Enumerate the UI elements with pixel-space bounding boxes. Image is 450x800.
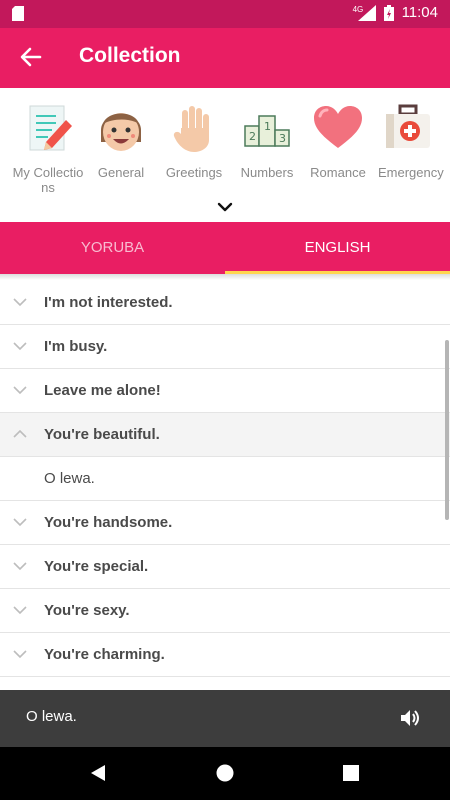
phrase-row-expanded[interactable]: You're beautiful. (0, 413, 450, 457)
audio-player-bar: O lewa. (0, 690, 450, 747)
network-type: 4G (352, 4, 364, 14)
nav-back-icon[interactable] (89, 764, 107, 782)
phrase-row[interactable]: You're special. (0, 545, 450, 589)
phrase-text: You're special. (44, 558, 149, 575)
phrase-row[interactable]: You're sexy. (0, 589, 450, 633)
signal-icon: 4G (353, 4, 376, 21)
chevron-down-icon (13, 650, 27, 659)
chevron-down-icon (13, 606, 27, 615)
phrase-text: You're handsome. (44, 514, 173, 531)
svg-text:2: 2 (249, 130, 256, 143)
nav-recents-icon[interactable] (343, 765, 359, 781)
category-label: Greetings (165, 165, 223, 180)
smiling-face-icon (101, 113, 141, 151)
category-label: Romance (310, 165, 366, 180)
chevron-down-icon (13, 298, 27, 307)
chevron-down-icon (13, 518, 27, 527)
category-strip[interactable]: My Collections General Greetings 2 1 3 N… (0, 88, 450, 222)
notepad-pencil-icon (29, 105, 72, 151)
nav-home-icon[interactable] (216, 764, 234, 782)
category-numbers[interactable]: 2 1 3 Numbers (231, 102, 303, 180)
phrase-text: You're sexy. (44, 602, 130, 619)
chevron-down-icon (13, 342, 27, 351)
category-my-collections[interactable]: My Collections (12, 102, 84, 195)
translation-text: O lewa. (44, 470, 95, 487)
phrase-text: You're charming. (44, 646, 165, 663)
waving-hand-icon (173, 106, 209, 152)
app-bar: Collection (0, 28, 450, 88)
chevron-up-icon (13, 429, 27, 438)
phrase-row[interactable]: I'm not interested. (0, 281, 450, 325)
podium-123-icon: 2 1 3 (244, 115, 290, 147)
phrase-row[interactable]: You're charming. (0, 633, 450, 677)
tab-yoruba[interactable]: YORUBA (0, 222, 225, 274)
language-tabs: YORUBA ENGLISH (0, 222, 450, 274)
status-bar: 4G 11:04 (0, 0, 450, 28)
category-label: My Collections (12, 165, 84, 195)
category-label: Emergency (378, 165, 444, 180)
category-label: Numbers (240, 165, 294, 180)
status-right: 4G 11:04 (353, 4, 438, 21)
category-label: General (97, 165, 145, 180)
back-arrow-icon[interactable] (18, 44, 44, 70)
heart-icon (314, 106, 362, 148)
phrase-row[interactable]: You're handsome. (0, 501, 450, 545)
speaker-volume-icon[interactable] (399, 707, 421, 729)
chevron-down-icon (13, 562, 27, 571)
category-emergency[interactable]: Emergency (372, 102, 444, 180)
phrase-text: Leave me alone! (44, 382, 161, 399)
phrase-row[interactable]: Leave me alone! (0, 369, 450, 413)
system-nav-bar (0, 747, 450, 800)
tabs-shadow (0, 274, 450, 280)
phrase-text: You're beautiful. (44, 426, 160, 443)
tab-english[interactable]: ENGLISH (225, 222, 450, 274)
translation-row[interactable]: O lewa. (0, 457, 450, 501)
sd-card-icon (12, 6, 24, 21)
phrase-text: I'm busy. (44, 338, 108, 355)
phrase-text: I'm not interested. (44, 294, 173, 311)
category-romance[interactable]: Romance (302, 102, 374, 180)
phrase-list: I'm not interested. I'm busy. Leave me a… (0, 281, 450, 677)
battery-charging-icon (383, 4, 394, 21)
chevron-down-icon (13, 386, 27, 395)
chevron-down-icon[interactable] (215, 200, 235, 214)
player-text: O lewa. (26, 708, 77, 725)
category-greetings[interactable]: Greetings (158, 102, 230, 180)
clock: 11:04 (401, 4, 438, 21)
phrase-row[interactable]: I'm busy. (0, 325, 450, 369)
category-general[interactable]: General (85, 102, 157, 180)
page-title: Collection (79, 44, 181, 67)
svg-text:3: 3 (279, 132, 286, 145)
first-aid-kit-icon (386, 104, 430, 148)
list-scrollbar[interactable] (445, 340, 449, 520)
svg-text:1: 1 (264, 120, 271, 133)
